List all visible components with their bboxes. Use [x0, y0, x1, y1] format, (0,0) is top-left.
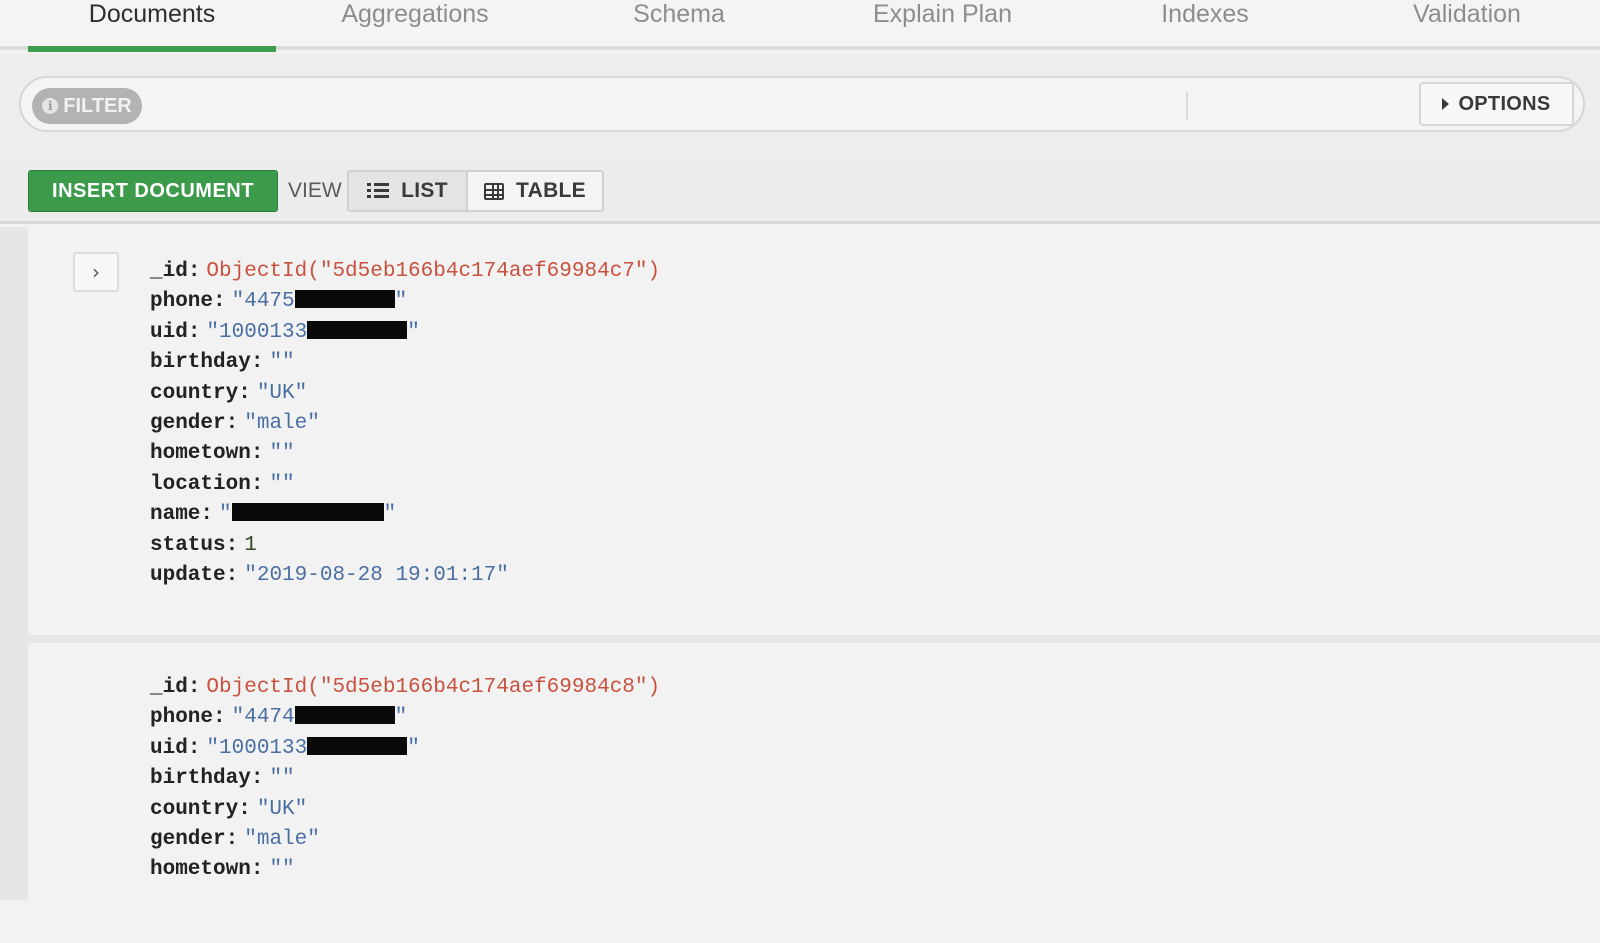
- redaction-bar: [231, 503, 384, 522]
- tab-schema[interactable]: Schema: [563, 0, 795, 48]
- filter-pill[interactable]: i FILTER: [32, 88, 142, 124]
- list-view-label: LIST: [401, 179, 448, 202]
- field-value: "": [269, 472, 295, 496]
- field-birthday: birthday: "": [150, 767, 295, 791]
- tab-documents[interactable]: Documents: [28, 0, 276, 52]
- query-bar: i FILTER OPTIONS: [19, 76, 1585, 132]
- field-key: update: [150, 563, 226, 587]
- field-location: location: "": [150, 472, 295, 496]
- field-value: "2019-08-28 19:01:17": [244, 563, 509, 587]
- redaction-bar: [294, 706, 395, 725]
- field-key: uid: [150, 736, 188, 760]
- chevron-right-icon: ›: [92, 260, 100, 284]
- document-card: _id: ObjectId("5d5eb166b4c174aef69984c8")…: [28, 643, 1600, 943]
- caret-right-icon: [1442, 98, 1450, 110]
- field-gender: gender: "male": [150, 411, 320, 435]
- document-list: › _id: ObjectId("5d5eb166b4c174aef69984c7…: [0, 227, 1600, 943]
- field-key: birthday: [150, 767, 251, 791]
- field-value: "male": [244, 411, 320, 435]
- table-icon: [484, 182, 505, 200]
- field-value: "": [269, 767, 295, 791]
- redaction-bar: [307, 736, 408, 755]
- filter-input[interactable]: [156, 84, 1196, 124]
- table-view-label: TABLE: [516, 179, 586, 202]
- field-key: name: [150, 503, 201, 527]
- field-value: "4474: [231, 706, 295, 730]
- table-view-button[interactable]: TABLE: [466, 170, 604, 212]
- field-status: status: 1: [150, 533, 257, 557]
- field-value: "1000133: [206, 736, 308, 760]
- field-country: country: "UK": [150, 381, 308, 405]
- field-uid: uid: "1000133 ": [150, 736, 420, 760]
- list-icon: [367, 183, 390, 199]
- list-view-button[interactable]: LIST: [347, 170, 468, 212]
- options-label: OPTIONS: [1458, 92, 1551, 115]
- field-birthday: birthday: "": [150, 351, 295, 375]
- field-key: phone: [150, 706, 214, 730]
- tab-bar: Documents Aggregations Schema Explain Pl…: [0, 0, 1600, 52]
- document-fields: _id: ObjectId("5d5eb166b4c174aef69984c8")…: [150, 673, 660, 886]
- field-key: hometown: [150, 442, 251, 466]
- document-toolbar: INSERT DOCUMENT VIEW LIST TABLE: [0, 160, 1600, 224]
- field-key: _id: [150, 260, 188, 283]
- view-label: VIEW: [288, 179, 342, 202]
- field-value: "male": [244, 827, 320, 851]
- field-hometown: hometown: "": [150, 858, 295, 882]
- filter-divider: [1186, 92, 1188, 120]
- field-phone: phone: "4474 ": [150, 706, 408, 730]
- field-country: country: "UK": [150, 797, 308, 821]
- tab-indexes[interactable]: Indexes: [1090, 0, 1320, 48]
- field-key: uid: [150, 320, 188, 344]
- field-update: update: "2019-08-28 19:01:17": [150, 563, 509, 587]
- field-key: phone: [150, 290, 214, 314]
- tab-validation[interactable]: Validation: [1352, 0, 1582, 48]
- document-fields: _id: ObjectId("5d5eb166b4c174aef69984c7")…: [150, 257, 660, 591]
- field-value: "1000133: [206, 320, 308, 344]
- field-value: ObjectId("5d5eb166b4c174aef69984c7"): [206, 260, 661, 283]
- field-key: country: [150, 381, 239, 405]
- field-key: birthday: [150, 351, 251, 375]
- field-key: gender: [150, 827, 226, 851]
- document-card: › _id: ObjectId("5d5eb166b4c174aef69984c7…: [28, 227, 1600, 635]
- filter-label: FILTER: [63, 94, 132, 117]
- redaction-bar: [307, 320, 408, 339]
- field-value: "": [269, 858, 295, 882]
- field-uid: uid: "1000133 ": [150, 320, 420, 344]
- expand-document-button[interactable]: ›: [73, 252, 119, 292]
- field-key: country: [150, 797, 239, 821]
- field-gender: gender: "male": [150, 827, 320, 851]
- redaction-bar: [294, 290, 395, 309]
- insert-document-button[interactable]: INSERT DOCUMENT: [28, 170, 278, 212]
- field-value: "": [269, 351, 295, 375]
- field-value: "": [269, 442, 295, 466]
- tab-aggregations[interactable]: Aggregations: [290, 0, 540, 48]
- info-icon[interactable]: i: [42, 98, 59, 114]
- query-bar-area: i FILTER OPTIONS: [0, 54, 1600, 160]
- field-hometown: hometown: "": [150, 442, 295, 466]
- field-value: ObjectId("5d5eb166b4c174aef69984c8"): [206, 676, 661, 699]
- field-phone: phone: "4475 ": [150, 290, 408, 314]
- field-key: location: [150, 472, 251, 496]
- field-name: name: " ": [150, 503, 397, 527]
- field-value: 1: [244, 533, 257, 557]
- field-key: status: [150, 533, 226, 557]
- field-value: "UK": [256, 381, 308, 405]
- options-button[interactable]: OPTIONS: [1419, 82, 1574, 126]
- field-id: _id: ObjectId("5d5eb166b4c174aef69984c8"): [150, 676, 661, 699]
- tab-explain-plan[interactable]: Explain Plan: [820, 0, 1065, 48]
- field-key: hometown: [150, 858, 251, 882]
- field-value: "4475: [231, 290, 295, 314]
- field-id: _id: ObjectId("5d5eb166b4c174aef69984c7"): [150, 260, 661, 283]
- field-value: "UK": [256, 797, 308, 821]
- field-key: gender: [150, 411, 226, 435]
- field-key: _id: [150, 676, 188, 699]
